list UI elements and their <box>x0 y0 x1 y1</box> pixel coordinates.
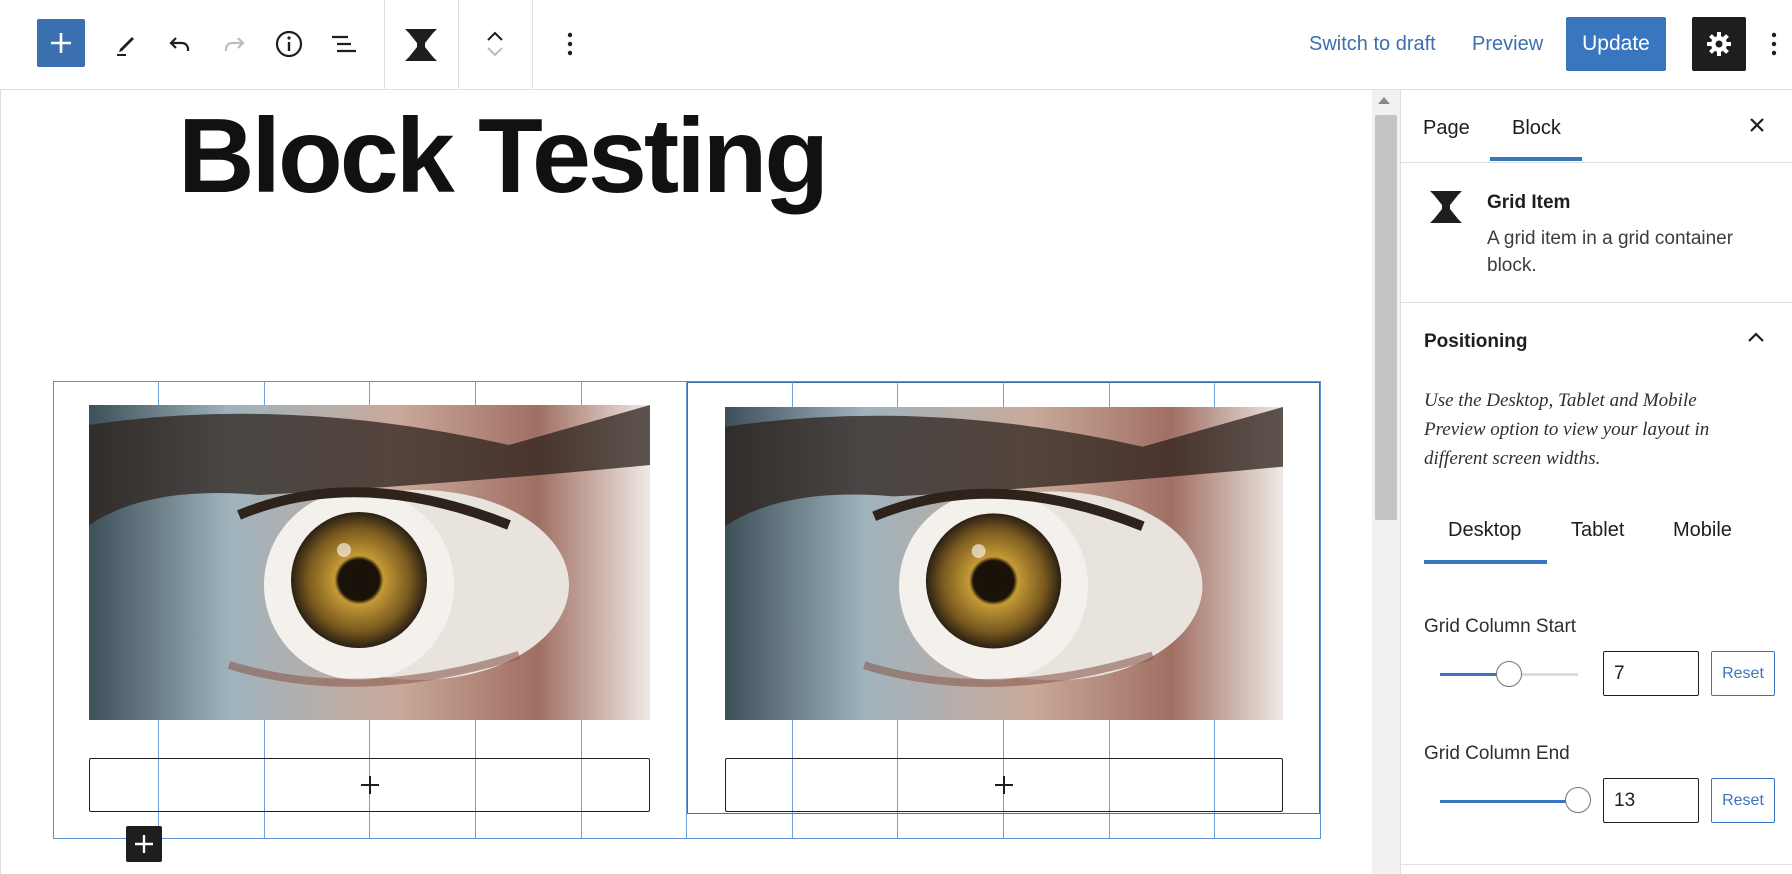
eye-image[interactable] <box>725 407 1283 720</box>
tab-desktop[interactable]: Desktop <box>1448 519 1521 542</box>
hourglass-icon <box>403 28 439 62</box>
divider <box>1401 162 1792 163</box>
divider <box>1401 864 1792 865</box>
move-buttons[interactable] <box>474 14 516 74</box>
grid-column-end-reset-button[interactable]: Reset <box>1711 778 1775 823</box>
redo-icon <box>220 30 248 58</box>
grid-column-end-input[interactable]: 13 <box>1603 778 1699 823</box>
eye-image[interactable] <box>89 405 650 720</box>
switch-to-draft-button[interactable]: Switch to draft <box>1309 33 1436 56</box>
hourglass-icon <box>1428 190 1464 224</box>
block-appender-button[interactable] <box>725 758 1283 812</box>
grid-column-start-reset-button[interactable]: Reset <box>1711 651 1775 696</box>
grid-column-end-label: Grid Column End <box>1424 743 1570 764</box>
block-options-button[interactable] <box>548 22 592 66</box>
tab-tablet[interactable]: Tablet <box>1571 519 1624 542</box>
options-button[interactable] <box>1762 22 1786 66</box>
preview-button[interactable]: Preview <box>1472 33 1543 56</box>
grid-column-start-input[interactable]: 7 <box>1603 651 1699 696</box>
positioning-panel-title[interactable]: Positioning <box>1424 331 1527 353</box>
more-vertical-icon <box>566 31 574 57</box>
add-block-button[interactable] <box>126 826 162 862</box>
list-view-icon <box>329 29 359 59</box>
tab-mobile[interactable]: Mobile <box>1673 519 1732 542</box>
chevron-up-icon[interactable] <box>1746 330 1766 344</box>
grid-column-end-slider-fill <box>1440 800 1578 803</box>
undo-button[interactable] <box>158 22 202 66</box>
block-type-button[interactable] <box>398 22 444 68</box>
block-appender-button[interactable] <box>89 758 650 812</box>
grid-column-line <box>686 381 687 839</box>
scrollbar-thumb[interactable] <box>1375 115 1397 520</box>
pencil-icon <box>113 30 141 58</box>
plus-icon <box>359 774 381 796</box>
close-sidebar-button[interactable] <box>1742 110 1772 140</box>
block-description: A grid item in a grid container block. <box>1487 228 1734 276</box>
info-icon <box>274 29 304 59</box>
eye-photo <box>89 405 650 720</box>
toolbar-divider <box>532 0 533 89</box>
toolbar-divider <box>384 0 385 89</box>
plus-icon <box>48 30 74 56</box>
chevron-down-icon[interactable] <box>484 44 506 60</box>
tab-page[interactable]: Page <box>1423 117 1470 140</box>
plus-icon <box>993 774 1015 796</box>
more-vertical-icon <box>1770 31 1778 57</box>
positioning-help-text: Use the Desktop, Tablet and Mobile Previ… <box>1424 390 1710 469</box>
update-button[interactable]: Update <box>1566 17 1666 71</box>
divider <box>1401 302 1792 303</box>
editor-toolbar: Switch to draft Preview Update <box>0 0 1792 90</box>
block-inserter-button[interactable] <box>37 19 85 67</box>
close-icon <box>1748 116 1766 134</box>
list-view-button[interactable] <box>322 22 366 66</box>
page-title[interactable]: Block Testing <box>178 96 829 217</box>
grid-column-start-label: Grid Column Start <box>1424 616 1577 637</box>
redo-button[interactable] <box>212 22 256 66</box>
plus-icon <box>133 833 155 855</box>
gear-icon <box>1705 30 1733 58</box>
undo-icon <box>166 30 194 58</box>
scroll-up-arrow-icon[interactable] <box>1378 97 1390 104</box>
active-device-tab-indicator <box>1424 560 1547 564</box>
details-button[interactable] <box>267 22 311 66</box>
grid-column-start-slider-thumb[interactable] <box>1496 661 1522 687</box>
eye-photo <box>725 407 1283 720</box>
settings-button[interactable] <box>1692 17 1746 71</box>
tools-button[interactable] <box>105 22 149 66</box>
grid-column-end-slider-thumb[interactable] <box>1565 787 1591 813</box>
chevron-up-icon[interactable] <box>484 28 506 44</box>
toolbar-divider <box>458 0 459 89</box>
tab-block[interactable]: Block <box>1512 117 1561 140</box>
active-tab-indicator <box>1490 157 1582 161</box>
block-name: Grid Item <box>1487 192 1571 213</box>
